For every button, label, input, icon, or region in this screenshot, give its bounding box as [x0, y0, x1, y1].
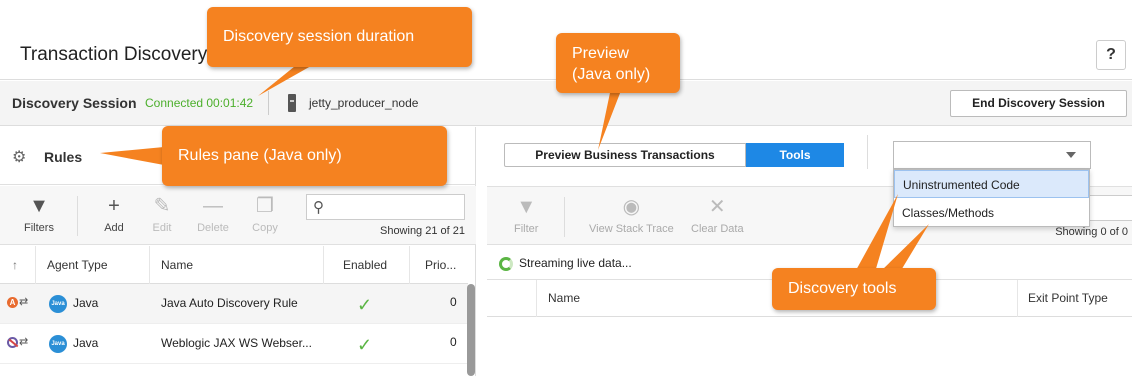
callout-session-duration: Discovery session duration [207, 7, 472, 67]
callout-rules-pane: Rules pane (Java only) [162, 126, 447, 186]
callout-preview: Preview (Java only) [556, 33, 680, 93]
callout-preview-line1: Preview [572, 45, 629, 62]
tools-callout-pointer-a [855, 194, 898, 272]
preview-callout-pointer [598, 88, 622, 150]
tools-callout-pointer-b [880, 224, 929, 272]
rules-callout-pointer [100, 147, 164, 165]
callout-preview-line2: (Java only) [572, 66, 651, 83]
callout-discovery-tools: Discovery tools [772, 268, 936, 310]
duration-callout-pointer [258, 62, 318, 96]
